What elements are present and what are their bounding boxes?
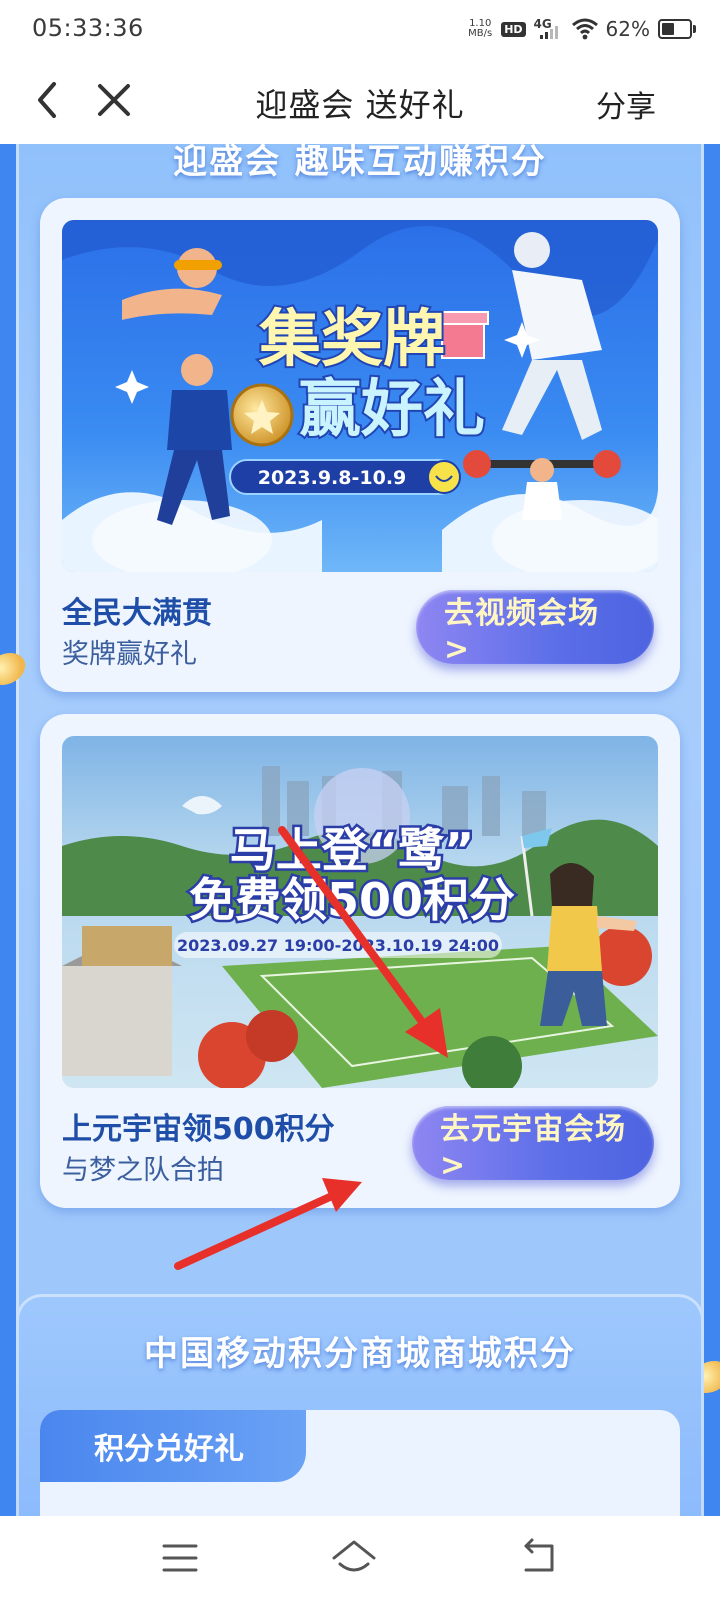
- status-icons: 1.10 MB/s HD 4G 62%: [467, 14, 696, 44]
- card-title: 上元宇宙领500积分: [62, 1112, 335, 1147]
- home-icon[interactable]: [330, 1534, 378, 1582]
- card-title: 全民大满贯: [62, 596, 212, 631]
- card-subtitle: 与梦之队合拍: [62, 1155, 224, 1186]
- menu-icon[interactable]: [156, 1534, 204, 1582]
- section-heading: 中国移动积分商城商城积分: [144, 1334, 576, 1374]
- activity-card-medals: 集奖牌 赢好礼 2023.9.8-10.9 全民大满贯 奖牌赢好礼 去视频会场 …: [40, 198, 680, 692]
- system-navigation-bar: [0, 1516, 720, 1600]
- wifi-icon: [571, 18, 598, 40]
- page-content[interactable]: 迎盛会 趣味互动赚积分 集奖牌 赢好礼 2023.9.8-10.9 全民大满贯 …: [0, 144, 720, 1516]
- card-subtitle: 奖牌赢好礼: [62, 639, 197, 670]
- cellular-signal-icon: 4G: [534, 17, 564, 41]
- tab-exchange-gifts[interactable]: 积分兑好礼: [40, 1410, 306, 1482]
- medal-collection-banner[interactable]: 集奖牌 赢好礼 2023.9.8-10.9: [62, 220, 658, 572]
- banner-title-line2: 免费领500积分: [189, 873, 515, 927]
- status-time: 05:33:36: [32, 14, 144, 42]
- section-heading: 迎盛会 趣味互动赚积分: [173, 144, 547, 182]
- network-speed: 1.10 MB/s: [467, 19, 493, 39]
- go-video-venue-button[interactable]: 去视频会场 >: [416, 590, 654, 667]
- battery-percent: 62%: [605, 17, 650, 41]
- battery-icon: [658, 19, 696, 39]
- go-metaverse-venue-button[interactable]: 去元宇宙会场 >: [412, 1106, 654, 1183]
- network-speed-unit: MB/s: [468, 28, 493, 39]
- hd-icon: HD: [501, 21, 526, 37]
- battery-level-fill: [662, 23, 675, 35]
- banner-dates: 2023.09.27 19:00-2023.10.19 24:00: [177, 936, 499, 955]
- banner-title-line1: 马上登“鹭”: [230, 823, 474, 877]
- status-bar: 05:33:36 1.10 MB/s HD 4G 62%: [0, 0, 720, 58]
- navigation-bar: 迎盛会 送好礼 分享: [0, 58, 720, 144]
- activity-card-metaverse: 马上登“鹭” 免费领500积分 2023.09.27 19:00-2023.10…: [40, 714, 680, 1208]
- points-mall-panel: 中国移动积分商城商城积分 积分兑好礼: [16, 1294, 704, 1516]
- exchange-tab-box: 积分兑好礼: [40, 1410, 680, 1516]
- banner-title-line1: 集奖牌: [258, 302, 445, 375]
- back-nav-icon[interactable]: [516, 1534, 564, 1582]
- banner-title-line2: 赢好礼: [299, 372, 485, 445]
- share-button[interactable]: 分享: [596, 82, 656, 126]
- banner-dates: 2023.9.8-10.9: [258, 467, 407, 489]
- interactive-points-panel: 迎盛会 趣味互动赚积分 集奖牌 赢好礼 2023.9.8-10.9 全民大满贯 …: [16, 144, 704, 1390]
- metaverse-banner[interactable]: 马上登“鹭” 免费领500积分 2023.09.27 19:00-2023.10…: [62, 736, 658, 1088]
